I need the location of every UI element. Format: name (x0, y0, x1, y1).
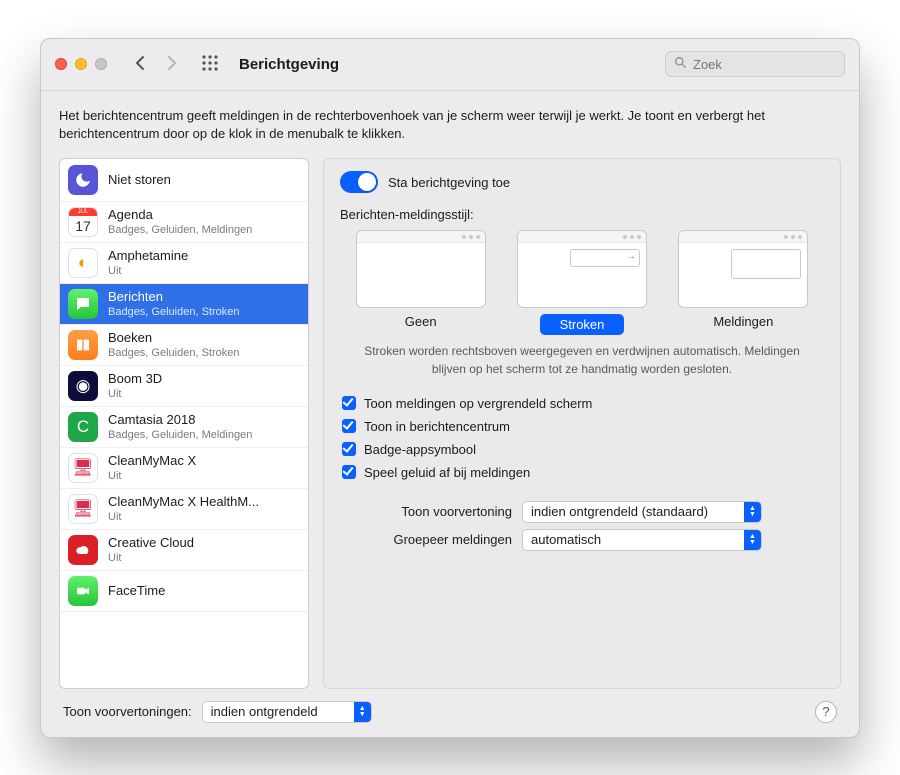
zoom-window-button[interactable] (95, 58, 107, 70)
checkbox-lock-screen[interactable]: Toon meldingen op vergrendeld scherm (342, 392, 824, 415)
footer-preview-select[interactable]: indien ontgrendeld ▲▼ (202, 701, 372, 723)
checkbox-label: Toon in berichtencentrum (364, 419, 510, 434)
sidebar-item-facetime[interactable]: FaceTime (60, 571, 308, 612)
sidebar-item-label: FaceTime (108, 583, 165, 599)
sidebar-item-label: Agenda (108, 207, 252, 223)
footer: Toon voorvertoningen: indien ontgrendeld… (59, 689, 841, 725)
style-caption: Stroken (540, 314, 625, 335)
style-thumb-banners (517, 230, 647, 308)
popup-arrows-icon: ▲▼ (744, 530, 761, 550)
grouping-select[interactable]: automatisch ▲▼ (522, 529, 762, 551)
sidebar-item-sub: Uit (108, 470, 196, 483)
sidebar-item-cleanmymac-health[interactable]: 🖥 CleanMyMac X HealthM... Uit (60, 489, 308, 530)
checkbox-label: Speel geluid af bij meldingen (364, 465, 530, 480)
sidebar-item-label: Amphetamine (108, 248, 188, 264)
creative-cloud-icon (68, 535, 98, 565)
preferences-window: Berichtgeving Het berichtencentrum geeft… (40, 38, 860, 738)
help-button[interactable]: ? (815, 701, 837, 723)
sidebar-item-boeken[interactable]: Boeken Badges, Geluiden, Stroken (60, 325, 308, 366)
moon-icon (68, 165, 98, 195)
popup-arrows-icon: ▲▼ (354, 702, 371, 722)
sidebar-item-amphetamine[interactable]: ◐ Amphetamine Uit (60, 243, 308, 284)
search-input[interactable] (693, 57, 860, 72)
footer-preview-value: indien ontgrendeld (211, 704, 318, 719)
window-controls (55, 58, 107, 70)
sidebar-item-sub: Uit (108, 265, 188, 278)
sidebar-item-sub: Badges, Geluiden, Meldingen (108, 429, 252, 442)
checkbox-label: Badge-appsymbool (364, 442, 476, 457)
books-icon (68, 330, 98, 360)
preview-select[interactable]: indien ontgrendeld (standaard) ▲▼ (522, 501, 762, 523)
style-thumb-alerts (678, 230, 808, 308)
boom-icon: ◉ (68, 371, 98, 401)
sidebar-item-label: Niet storen (108, 172, 171, 188)
checkbox-icon (342, 442, 356, 456)
style-caption: Meldingen (713, 314, 773, 329)
checkbox-label: Toon meldingen op vergrendeld scherm (364, 396, 592, 411)
nav-buttons (133, 55, 179, 74)
camtasia-icon: C (68, 412, 98, 442)
pane-title: Berichtgeving (239, 56, 339, 73)
allow-notifications-toggle[interactable] (340, 171, 378, 193)
checkbox-play-sound[interactable]: Speel geluid af bij meldingen (342, 461, 824, 484)
pill-icon: ◐ (68, 248, 98, 278)
style-option-alerts[interactable]: Meldingen (678, 230, 808, 335)
sidebar-item-camtasia[interactable]: C Camtasia 2018 Badges, Geluiden, Meldin… (60, 407, 308, 448)
sidebar-item-sub: Badges, Geluiden, Meldingen (108, 224, 252, 237)
sidebar-item-sub: Uit (108, 511, 259, 524)
minimize-window-button[interactable] (75, 58, 87, 70)
sidebar-item-label: Boom 3D (108, 371, 162, 387)
sidebar-item-sub: Uit (108, 388, 162, 401)
sidebar-item-label: Creative Cloud (108, 535, 194, 551)
sidebar-item-label: Berichten (108, 289, 239, 305)
style-thumb-none (356, 230, 486, 308)
grouping-select-label: Groepeer meldingen (362, 532, 512, 547)
checkbox-icon (342, 396, 356, 410)
allow-notifications-label: Sta berichtgeving toe (388, 175, 510, 190)
facetime-icon (68, 576, 98, 606)
sidebar-item-do-not-disturb[interactable]: Niet storen (60, 159, 308, 202)
sidebar-item-boom3d[interactable]: ◉ Boom 3D Uit (60, 366, 308, 407)
app-list[interactable]: Niet storen 17 Agenda Badges, Geluiden, … (59, 158, 309, 688)
checkbox-icon (342, 419, 356, 433)
messages-icon (68, 289, 98, 319)
checkbox-badge-icon[interactable]: Badge-appsymbool (342, 438, 824, 461)
cleanmymac-health-icon: 🖥 (68, 494, 98, 524)
popup-arrows-icon: ▲▼ (744, 502, 761, 522)
sidebar-item-berichten[interactable]: Berichten Badges, Geluiden, Stroken (60, 284, 308, 325)
footer-preview-label: Toon voorvertoningen: (63, 704, 192, 719)
search-icon (674, 56, 687, 72)
detail-panel: Sta berichtgeving toe Berichten-meldings… (323, 158, 841, 688)
preview-select-value: indien ontgrendeld (standaard) (531, 504, 708, 519)
sidebar-item-sub: Badges, Geluiden, Stroken (108, 347, 239, 360)
sidebar-item-sub: Uit (108, 552, 194, 565)
sidebar-item-creative-cloud[interactable]: Creative Cloud Uit (60, 530, 308, 571)
description-text: Het berichtencentrum geeft meldingen in … (59, 107, 841, 145)
sidebar-item-cleanmymac[interactable]: 🖥 CleanMyMac X Uit (60, 448, 308, 489)
style-explanation: Stroken worden rechtsboven weergegeven e… (364, 343, 800, 378)
sidebar-item-label: Camtasia 2018 (108, 412, 252, 428)
content: Het berichtencentrum geeft meldingen in … (41, 91, 859, 737)
checkbox-notification-center[interactable]: Toon in berichtencentrum (342, 415, 824, 438)
sidebar-item-label: Boeken (108, 330, 239, 346)
style-caption: Geen (405, 314, 437, 329)
calendar-icon: 17 (68, 207, 98, 237)
alert-style-label: Berichten-meldingsstijl: (340, 207, 824, 222)
style-option-none[interactable]: Geen (356, 230, 486, 335)
cleanmymac-icon: 🖥 (68, 453, 98, 483)
back-button[interactable] (133, 55, 149, 74)
sidebar-item-label: CleanMyMac X (108, 453, 196, 469)
sidebar-item-agenda[interactable]: 17 Agenda Badges, Geluiden, Meldingen (60, 202, 308, 243)
checkbox-icon (342, 465, 356, 479)
grouping-select-value: automatisch (531, 532, 601, 547)
close-window-button[interactable] (55, 58, 67, 70)
sidebar-item-label: CleanMyMac X HealthM... (108, 494, 259, 510)
toolbar: Berichtgeving (41, 39, 859, 91)
sidebar-item-sub: Badges, Geluiden, Stroken (108, 306, 239, 319)
forward-button[interactable] (163, 55, 179, 74)
show-all-button[interactable] (201, 54, 219, 75)
preview-select-label: Toon voorvertoning (362, 504, 512, 519)
style-option-banners[interactable]: Stroken (517, 230, 647, 335)
search-field[interactable] (665, 51, 845, 77)
